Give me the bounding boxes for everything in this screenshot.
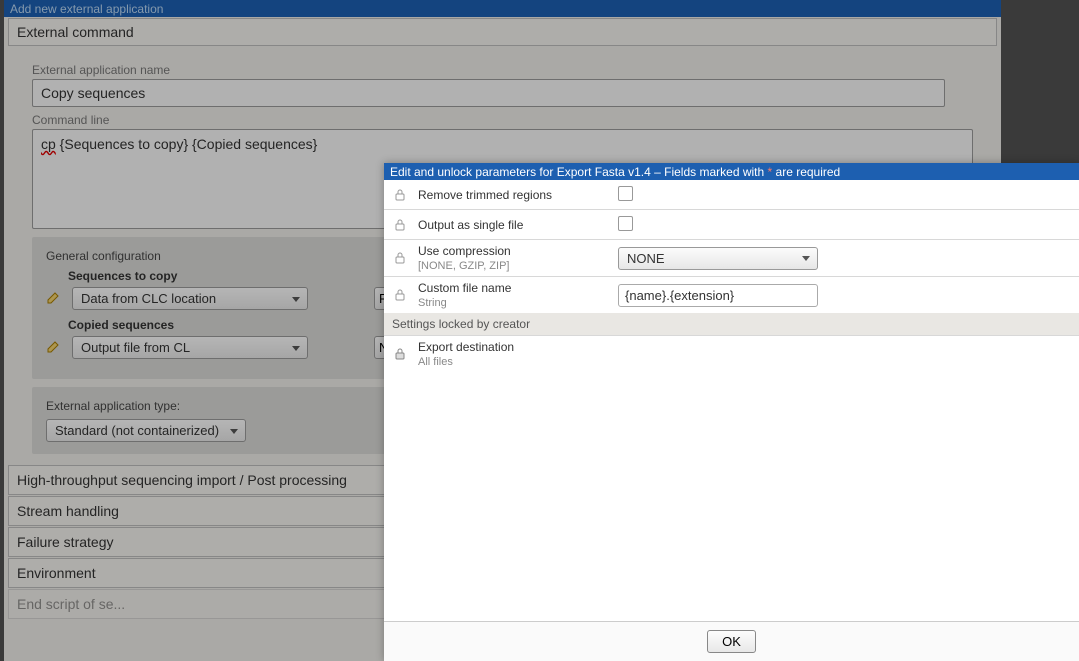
lock-icon-locked <box>392 347 408 361</box>
cmd-prefix: cp <box>41 136 56 152</box>
lock-icon[interactable] <box>392 288 408 302</box>
cmd-rest: {Sequences to copy} {Copied sequences} <box>56 136 318 152</box>
export-dest-hint: All files <box>418 356 453 368</box>
lock-icon[interactable] <box>392 218 408 232</box>
dialog-title-pre: Edit and unlock parameters for Export Fa… <box>390 165 768 179</box>
seq-to-copy-value: Data from CLC location <box>81 291 216 306</box>
copied-seq-select[interactable]: Output file from CL <box>72 336 308 359</box>
param-export-dest: Export destination All files <box>384 336 1079 372</box>
lock-icon[interactable] <box>392 188 408 202</box>
section-label: External command <box>17 24 134 40</box>
dialog-footer: OK <box>384 621 1079 661</box>
param-label: Output as single file <box>418 218 598 232</box>
param-remove-trimmed: Remove trimmed regions <box>384 180 1079 210</box>
edit-icon[interactable] <box>46 291 64 307</box>
ok-button[interactable]: OK <box>707 630 756 653</box>
compression-hint: [NONE, GZIP, ZIP] <box>418 260 509 272</box>
custom-name-hint: String <box>418 297 447 309</box>
custom-name-label: Custom file name <box>418 281 511 295</box>
dialog-title-post: are required <box>772 165 840 179</box>
copied-seq-value: Output file from CL <box>81 340 190 355</box>
param-output-single: Output as single file <box>384 210 1079 240</box>
cmdline-label: Command line <box>32 113 973 127</box>
locked-settings-header: Settings locked by creator <box>384 313 1079 336</box>
output-single-checkbox[interactable] <box>618 216 633 231</box>
param-label: Use compression [NONE, GZIP, ZIP] <box>418 244 598 272</box>
compression-label: Use compression <box>418 244 511 258</box>
section-external-command[interactable]: External command <box>8 18 997 46</box>
dialog-title-bar: Edit and unlock parameters for Export Fa… <box>384 163 1079 180</box>
export-dest-label: Export destination <box>418 340 514 354</box>
seq-to-copy-select[interactable]: Data from CLC location <box>72 287 308 310</box>
param-compression: Use compression [NONE, GZIP, ZIP] NONE <box>384 240 1079 277</box>
window-title: Add new external application <box>10 2 163 16</box>
remove-trimmed-checkbox[interactable] <box>618 186 633 201</box>
app-name-input[interactable] <box>32 79 945 107</box>
param-label: Custom file name String <box>418 281 598 309</box>
compression-select[interactable]: NONE <box>618 247 818 270</box>
lock-icon[interactable] <box>392 251 408 265</box>
app-name-label: External application name <box>32 63 973 77</box>
app-type-value: Standard (not containerized) <box>55 423 219 438</box>
parameters-dialog: Edit and unlock parameters for Export Fa… <box>384 163 1079 661</box>
param-label: Export destination All files <box>418 340 598 368</box>
edit-icon[interactable] <box>46 340 64 356</box>
param-label: Remove trimmed regions <box>418 188 598 202</box>
custom-name-input[interactable] <box>618 284 818 307</box>
compression-value: NONE <box>627 251 665 266</box>
window-title-bar: Add new external application <box>4 0 1001 17</box>
param-custom-name: Custom file name String <box>384 277 1079 313</box>
app-type-select[interactable]: Standard (not containerized) <box>46 419 246 442</box>
